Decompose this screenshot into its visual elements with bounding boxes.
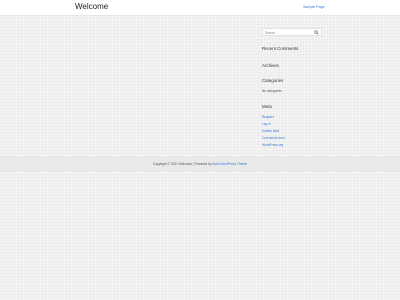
meta-link-log-in[interactable]: Log in [262,122,271,126]
categories-title: Categories [262,78,284,83]
archives-title: Archives [262,63,279,68]
nav-link-sample-page[interactable]: Sample Page [303,5,325,10]
footer-theme-link[interactable]: Astra WordPress Theme [212,162,247,166]
site-title[interactable]: Welcome [75,2,108,12]
meta-link-comments-feed[interactable]: Comments feed [262,136,285,140]
recent-comments-title: Recent Comments [262,46,299,51]
site-header: Welcome Sample Page [0,0,400,16]
site-footer: Copyright © 2021 Welcome | Powered by As… [0,157,400,171]
search-form [262,28,322,36]
search-input[interactable] [265,30,313,35]
search-icon[interactable] [314,30,319,35]
footer-copyright-text: Copyright © 2021 Welcome | Powered by [153,162,213,166]
footer-copyright: Copyright © 2021 Welcome | Powered by As… [0,162,400,166]
categories-empty-text: No categories [262,89,282,93]
meta-link-wordpress-org[interactable]: WordPress.org [262,143,283,147]
meta-title: Meta [262,104,272,109]
meta-link-register[interactable]: Register [262,115,274,119]
meta-link-entries-feed[interactable]: Entries feed [262,129,279,133]
